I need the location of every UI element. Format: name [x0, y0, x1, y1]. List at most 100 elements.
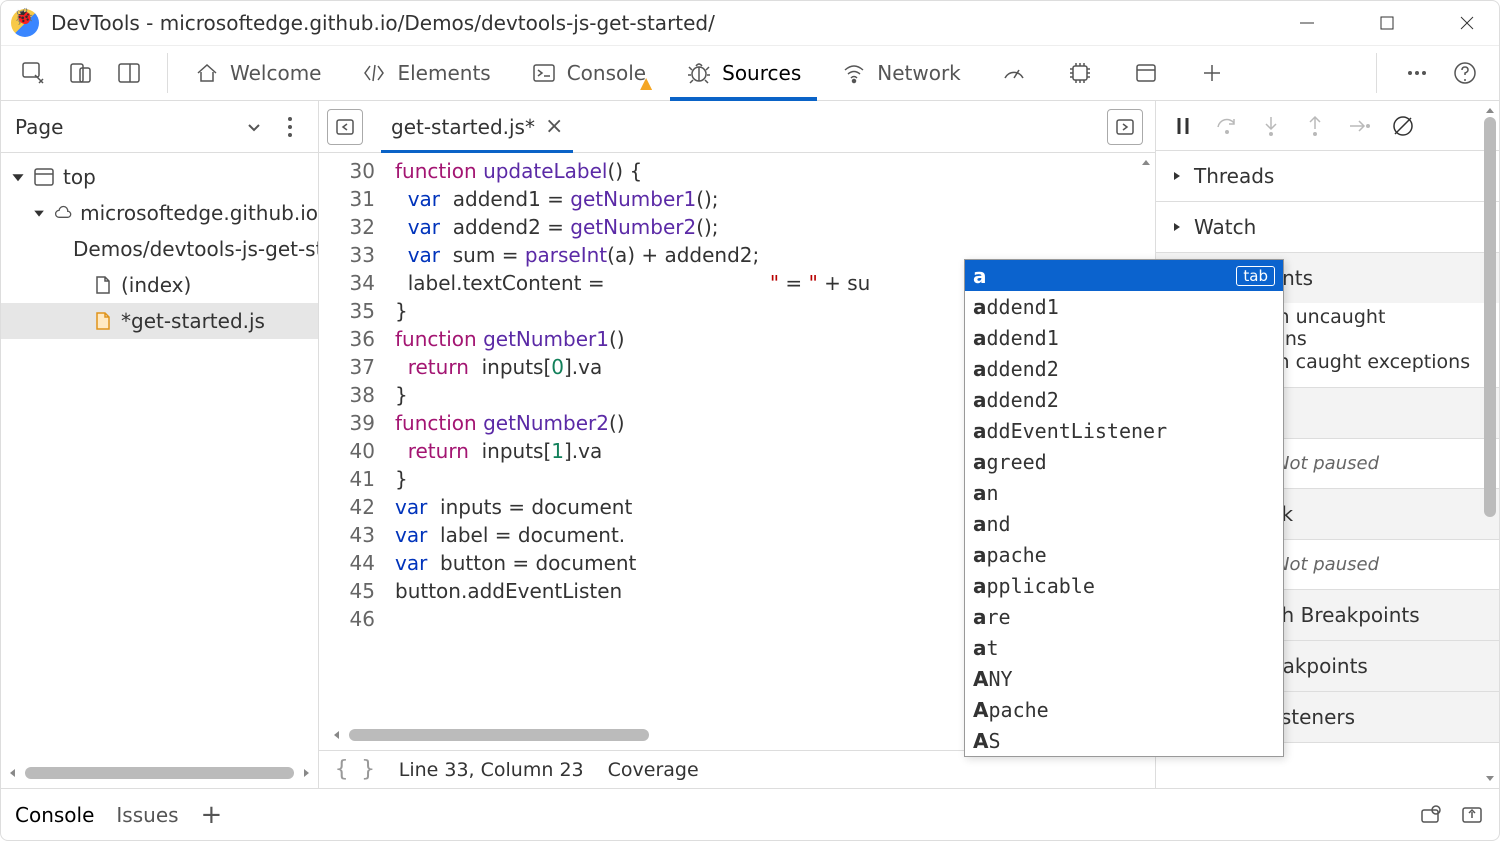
- autocomplete-item[interactable]: AS: [965, 725, 1283, 756]
- tree-node-folder[interactable]: Demos/devtools-js-get-started: [1, 231, 318, 267]
- tab-sources-label: Sources: [722, 61, 801, 85]
- issues-badge-icon[interactable]: [1417, 802, 1443, 828]
- section-watch[interactable]: Watch: [1156, 202, 1499, 252]
- autocomplete-item[interactable]: and: [965, 508, 1283, 539]
- drawer-bar: Console Issues +: [1, 788, 1499, 840]
- coverage-label: Coverage: [608, 759, 699, 781]
- drawer-tab-issues[interactable]: Issues: [116, 803, 178, 827]
- scroll-left-icon: [7, 767, 19, 779]
- autocomplete-item[interactable]: addend2: [965, 353, 1283, 384]
- plus-icon: [1199, 60, 1225, 86]
- expand-drawer-icon[interactable]: [1459, 802, 1485, 828]
- tab-performance[interactable]: [981, 46, 1047, 100]
- step-icon[interactable]: [1346, 113, 1372, 139]
- file-tree: top microsoftedge.github.io Demos/devtoo…: [1, 153, 318, 764]
- drawer-tab-console[interactable]: Console: [15, 803, 94, 827]
- autocomplete-item[interactable]: at: [965, 632, 1283, 663]
- scroll-left-icon: [331, 729, 343, 741]
- autocomplete-item[interactable]: atab: [965, 260, 1283, 291]
- more-menu-icon[interactable]: [1399, 55, 1435, 91]
- hide-debugger-button[interactable]: [1107, 109, 1143, 145]
- hide-navigator-button[interactable]: [327, 109, 363, 145]
- autocomplete-item[interactable]: addend2: [965, 384, 1283, 415]
- autocomplete-item[interactable]: addend1: [965, 291, 1283, 322]
- editor-panel: get-started.js* × 3031323334353637383940…: [319, 101, 1155, 788]
- help-icon[interactable]: [1447, 55, 1483, 91]
- deactivate-breakpoints-icon[interactable]: [1390, 113, 1416, 139]
- brackets-icon[interactable]: { }: [335, 757, 375, 782]
- step-out-icon[interactable]: [1302, 113, 1328, 139]
- expand-icon: [1170, 169, 1184, 183]
- sources-navigator: Page top microsoftedge.github.io: [1, 101, 319, 788]
- home-icon: [194, 60, 220, 86]
- devtools-favicon: [11, 9, 39, 37]
- scroll-up-icon: [1484, 105, 1496, 117]
- close-tab-icon[interactable]: ×: [545, 114, 563, 139]
- tab-sources[interactable]: Sources: [666, 46, 821, 100]
- tab-console[interactable]: Console: [511, 46, 666, 100]
- tree-node-selected-file[interactable]: *get-started.js: [1, 303, 318, 339]
- window-close-button[interactable]: [1445, 1, 1489, 45]
- autocomplete-item[interactable]: an: [965, 477, 1283, 508]
- window-minimize-button[interactable]: [1285, 1, 1329, 45]
- window-icon: [33, 166, 55, 188]
- navigator-dropdown[interactable]: Page: [15, 115, 244, 139]
- window-title: DevTools - microsoftedge.github.io/Demos…: [51, 11, 715, 35]
- autocomplete-item[interactable]: addend1: [965, 322, 1283, 353]
- pause-icon[interactable]: [1170, 113, 1196, 139]
- device-toolbar-icon[interactable]: [63, 55, 99, 91]
- tree-node-index[interactable]: (index): [1, 267, 318, 303]
- scroll-up-icon: [1140, 157, 1152, 169]
- tab-elements[interactable]: Elements: [341, 46, 510, 100]
- collapse-icon: [33, 206, 45, 220]
- tree-node-domain[interactable]: microsoftedge.github.io: [1, 195, 318, 231]
- inspect-element-icon[interactable]: [15, 55, 51, 91]
- dock-icon[interactable]: [111, 55, 147, 91]
- expand-icon: [1170, 220, 1184, 234]
- console-icon: [531, 60, 557, 86]
- autocomplete-item[interactable]: Apache: [965, 694, 1283, 725]
- chip-icon: [1067, 60, 1093, 86]
- devtools-toolbar: Welcome Elements Console Sources Network: [1, 45, 1499, 101]
- tree-node-top[interactable]: top: [1, 159, 318, 195]
- autocomplete-item[interactable]: apache: [965, 539, 1283, 570]
- code-editor[interactable]: 3031323334353637383940414243444546 funct…: [319, 153, 1155, 726]
- scroll-thumb[interactable]: [25, 767, 294, 779]
- step-over-icon[interactable]: [1214, 113, 1240, 139]
- autocomplete-item[interactable]: applicable: [965, 570, 1283, 601]
- section-threads[interactable]: Threads: [1156, 151, 1499, 201]
- debugger-v-scrollbar[interactable]: [1483, 105, 1497, 784]
- tab-welcome[interactable]: Welcome: [174, 46, 341, 100]
- cloud-icon: [53, 202, 72, 224]
- navigator-more-icon[interactable]: [276, 113, 304, 141]
- tab-network-label: Network: [877, 61, 961, 85]
- navigator-h-scrollbar[interactable]: [1, 764, 318, 782]
- scroll-thumb[interactable]: [349, 729, 649, 741]
- line-gutter: 3031323334353637383940414243444546: [319, 153, 385, 726]
- tab-network[interactable]: Network: [821, 46, 981, 100]
- autocomplete-item[interactable]: addEventListener: [965, 415, 1283, 446]
- tab-elements-label: Elements: [397, 61, 490, 85]
- drawer-add-tab[interactable]: +: [201, 800, 223, 830]
- tab-application[interactable]: [1113, 46, 1179, 100]
- js-file-icon: [91, 310, 113, 332]
- cursor-position: Line 33, Column 23: [399, 759, 584, 781]
- autocomplete-popup[interactable]: atabaddend1addend1addend2addend2addEvent…: [964, 259, 1284, 757]
- autocomplete-item[interactable]: are: [965, 601, 1283, 632]
- gauge-icon: [1001, 60, 1027, 86]
- tab-memory[interactable]: [1047, 46, 1113, 100]
- step-into-icon[interactable]: [1258, 113, 1284, 139]
- tab-add[interactable]: [1179, 46, 1245, 100]
- chevron-down-icon[interactable]: [244, 117, 264, 137]
- collapse-icon: [11, 170, 25, 184]
- wifi-icon: [841, 60, 867, 86]
- autocomplete-item[interactable]: ANY: [965, 663, 1283, 694]
- scroll-right-icon: [300, 767, 312, 779]
- app-icon: [1133, 60, 1159, 86]
- editor-tab[interactable]: get-started.js* ×: [381, 101, 573, 152]
- scroll-thumb[interactable]: [1484, 117, 1496, 517]
- window-maximize-button[interactable]: [1365, 1, 1409, 45]
- autocomplete-item[interactable]: agreed: [965, 446, 1283, 477]
- tab-console-label: Console: [567, 61, 646, 85]
- bug-icon: [686, 60, 712, 86]
